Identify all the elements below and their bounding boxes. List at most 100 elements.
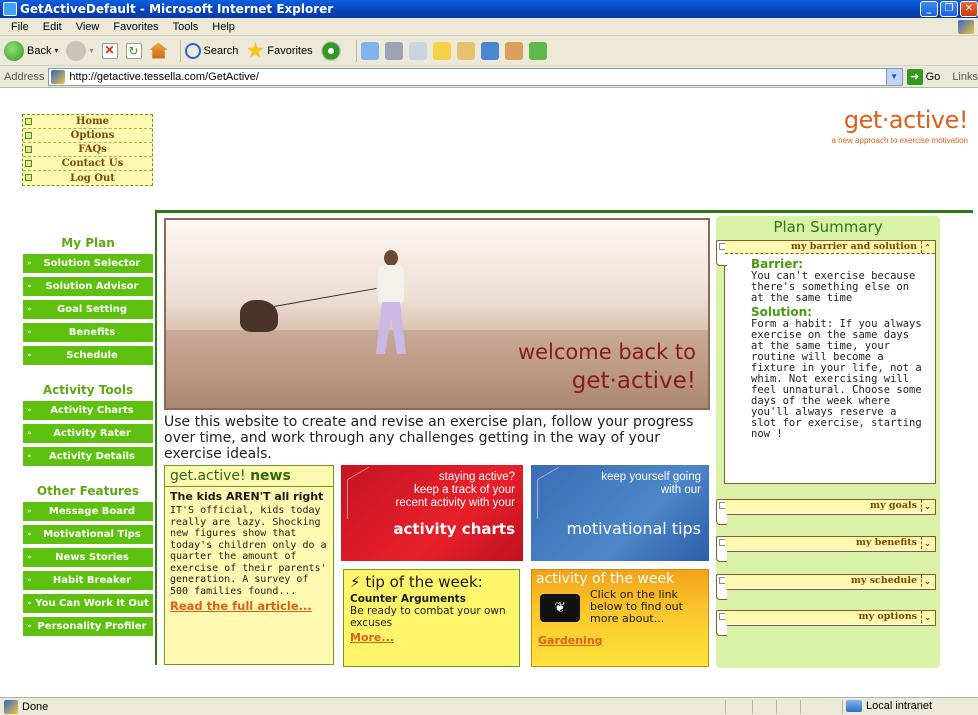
home-button[interactable] xyxy=(149,42,168,59)
goals-card: my goals ⌄ xyxy=(716,499,936,525)
gardening-link[interactable]: Gardening xyxy=(538,634,603,647)
go-label: Go xyxy=(925,70,941,83)
tip-of-week-panel: ⚡ tip of the week: Counter Arguments Be … xyxy=(343,569,520,667)
forward-dropdown-icon[interactable]: ▾ xyxy=(89,46,93,55)
go-button[interactable]: ➜ Go xyxy=(906,68,941,85)
expand-icon[interactable]: ⌄ xyxy=(921,611,933,623)
barrier-card-header[interactable]: my barrier and solution ⌃ xyxy=(725,241,935,254)
menu-favorites[interactable]: Favorites xyxy=(106,21,165,33)
activity-charts-promo[interactable]: staying active? keep a track of your rec… xyxy=(341,465,523,561)
sidebar-item-activity-details[interactable]: Activity Details xyxy=(23,447,153,466)
refresh-button[interactable]: ↻ xyxy=(125,42,142,59)
expand-icon[interactable]: ⌄ xyxy=(921,537,933,549)
sidebar-item-personality-profiler[interactable]: Personality Profiler xyxy=(23,617,153,636)
search-button[interactable]: Search xyxy=(184,42,239,59)
promo-tips-line1: keep yourself going xyxy=(601,471,701,483)
security-zone: Local intranet xyxy=(846,700,932,712)
sidebar-item-you-can-work-it-out[interactable]: You Can Work It Out xyxy=(23,594,153,613)
print-icon[interactable] xyxy=(384,41,403,60)
topnav-contact-us[interactable]: Contact Us xyxy=(23,157,152,171)
status-divider xyxy=(725,700,726,714)
logo-title: get·active! xyxy=(843,106,969,134)
search-label: Search xyxy=(203,44,239,57)
plan-summary-title: Plan Summary xyxy=(773,218,883,236)
stop-icon xyxy=(101,42,118,59)
address-input[interactable]: http://getactive.tessella.com/GetActive/… xyxy=(48,67,903,86)
solution-label: Solution: xyxy=(751,305,812,319)
motivational-tips-promo[interactable]: keep yourself going with our motivationa… xyxy=(531,465,709,561)
status-divider xyxy=(776,700,777,714)
edit-icon[interactable] xyxy=(408,41,427,60)
read-full-article-link[interactable]: Read the full article... xyxy=(170,599,312,613)
research-icon[interactable] xyxy=(456,41,475,60)
status-divider xyxy=(800,700,801,714)
topnav-options[interactable]: Options xyxy=(23,129,152,143)
menu-view[interactable]: View xyxy=(69,21,107,33)
news-headline: The kids AREN'T all right xyxy=(170,490,324,503)
menu-edit[interactable]: Edit xyxy=(36,21,69,33)
benefits-card: my benefits ⌄ xyxy=(716,536,936,562)
schedule-card-header[interactable]: my schedule ⌄ xyxy=(725,575,935,588)
sidebar-item-habit-breaker[interactable]: Habit Breaker xyxy=(23,571,153,590)
sidebar-item-goal-setting[interactable]: Goal Setting xyxy=(23,300,153,319)
sidebar-item-message-board[interactable]: Message Board xyxy=(23,502,153,521)
sidebar-item-solution-selector[interactable]: Solution Selector xyxy=(23,254,153,273)
maximize-button[interactable]: ❐ xyxy=(940,1,958,17)
options-card-header[interactable]: my options ⌄ xyxy=(725,611,935,624)
collapse-icon[interactable]: ⌃ xyxy=(921,241,933,253)
gardening-icon: ❦ xyxy=(540,594,580,622)
topnav-home[interactable]: Home xyxy=(23,115,152,129)
close-button[interactable]: ✕ xyxy=(960,1,978,17)
messenger-icon[interactable] xyxy=(480,41,499,60)
menu-tools[interactable]: Tools xyxy=(166,21,206,33)
sidebar-item-news-stories[interactable]: News Stories xyxy=(23,548,153,567)
forward-arrow-icon xyxy=(66,40,87,61)
sidebar-item-activity-charts[interactable]: Activity Charts xyxy=(23,401,153,420)
favorites-button[interactable]: Favorites xyxy=(246,41,313,60)
activity-body: Click on the link below to find out more… xyxy=(590,588,683,625)
refresh-icon: ↻ xyxy=(125,42,142,59)
toolbar-separator xyxy=(355,39,357,62)
topnav-log-out[interactable]: Log Out xyxy=(23,171,152,185)
address-bar: Address http://getactive.tessella.com/Ge… xyxy=(0,66,978,88)
menu-help[interactable]: Help xyxy=(205,21,242,33)
barrier-label: Barrier: xyxy=(751,257,804,271)
barrier-card-title: my barrier and solution xyxy=(790,241,917,252)
nav-bullet-icon xyxy=(25,118,32,125)
links-button[interactable]: Links xyxy=(952,71,978,83)
expand-icon[interactable]: ⌄ xyxy=(921,575,933,587)
nav-bullet-icon xyxy=(25,146,32,153)
zone-text: Local intranet xyxy=(866,700,933,712)
sidebar-item-solution-advisor[interactable]: Solution Advisor xyxy=(23,277,153,296)
menu-file[interactable]: File xyxy=(4,21,36,33)
address-dropdown-icon[interactable]: ▼ xyxy=(885,68,902,85)
stop-button[interactable] xyxy=(101,42,118,59)
goals-card-header[interactable]: my goals ⌄ xyxy=(725,500,935,513)
back-dropdown-icon[interactable]: ▾ xyxy=(54,46,58,55)
lightning-icon: ⚡ xyxy=(350,573,361,591)
expand-icon[interactable]: ⌄ xyxy=(921,500,933,512)
status-divider xyxy=(752,700,753,714)
left-sidebar: My Plan Solution Selector Solution Advis… xyxy=(23,236,153,640)
sidebar-item-motivational-tips[interactable]: Motivational Tips xyxy=(23,525,153,544)
discuss-icon[interactable] xyxy=(432,41,451,60)
toolbar-extra-icon[interactable] xyxy=(504,41,523,60)
site-logo: get·active! a new approach to exercise m… xyxy=(831,106,968,145)
media-button[interactable] xyxy=(320,40,344,61)
sidebar-item-benefits[interactable]: Benefits xyxy=(23,323,153,342)
address-url: http://getactive.tessella.com/GetActive/ xyxy=(69,70,259,83)
forward-button[interactable]: ▾ xyxy=(66,40,94,61)
favorites-star-icon xyxy=(246,41,264,58)
sidebar-item-activity-rater[interactable]: Activity Rater xyxy=(23,424,153,443)
sidebar-item-schedule[interactable]: Schedule xyxy=(23,346,153,365)
mail-icon[interactable] xyxy=(360,41,379,60)
minimize-button[interactable]: _ xyxy=(920,1,938,17)
back-button[interactable]: Back ▾ xyxy=(4,40,58,61)
toolbar-extra2-icon[interactable] xyxy=(528,41,547,60)
logo-tagline: a new approach to exercise motivation xyxy=(831,136,968,145)
tip-more-link[interactable]: More... xyxy=(350,631,394,644)
top-navigation: Home Options FAQs Contact Us Log Out xyxy=(22,114,153,186)
topnav-faqs[interactable]: FAQs xyxy=(23,143,152,157)
status-text: Done xyxy=(22,700,49,713)
benefits-card-header[interactable]: my benefits ⌄ xyxy=(725,537,935,550)
